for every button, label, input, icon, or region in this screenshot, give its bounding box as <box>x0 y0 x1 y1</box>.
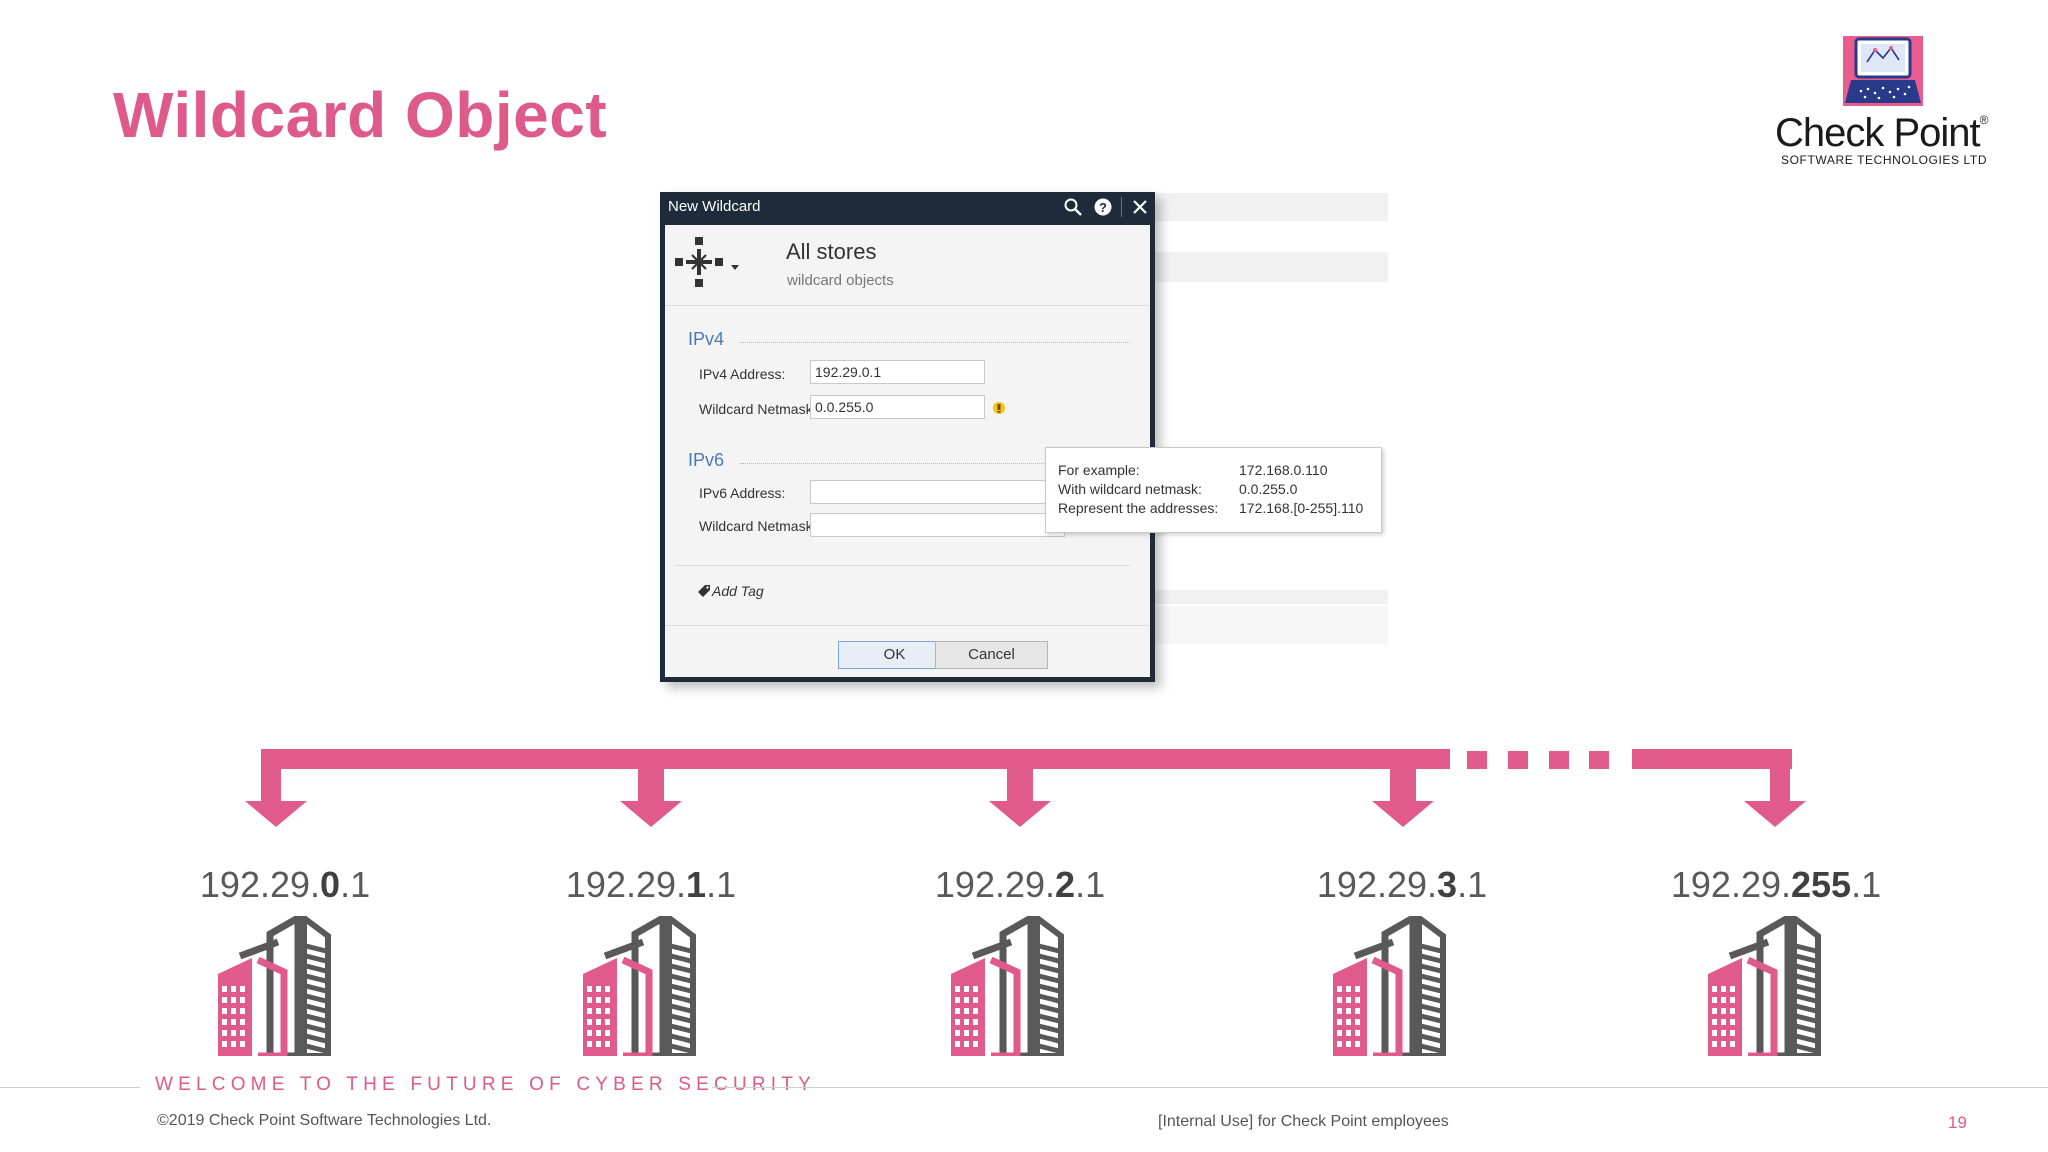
store-ip-label: 192.29.1.1 <box>565 864 737 905</box>
wildcard-object-icon[interactable] <box>675 237 725 287</box>
down-arrow-icon <box>1370 769 1436 827</box>
object-name[interactable]: All stores <box>786 239 876 265</box>
ipv6-netmask-input[interactable] <box>810 513 1065 537</box>
footer-line <box>0 1087 140 1088</box>
new-wildcard-dialog: New Wildcard ? All stores wildcard objec… <box>660 192 1155 682</box>
down-arrow-icon <box>1742 749 1808 827</box>
footer-line <box>712 1087 2048 1088</box>
distribution-dash <box>1589 751 1609 769</box>
tooltip-label: For example: <box>1058 462 1140 478</box>
background-row <box>1150 193 1388 221</box>
distribution-dash <box>1508 751 1528 769</box>
hint-bulb-icon[interactable] <box>992 401 1006 415</box>
down-arrow-icon <box>987 769 1053 827</box>
header-divider <box>665 305 1150 306</box>
copyright-text: ©2019 Check Point Software Technologies … <box>157 1112 492 1129</box>
object-comment[interactable]: wildcard objects <box>787 272 894 289</box>
tooltip-value: 172.168.[0-255].110 <box>1239 500 1364 516</box>
store-ip-label: 192.29.3.1 <box>1316 864 1488 905</box>
ipv4-section-divider <box>740 342 1130 343</box>
building-icon <box>1333 911 1451 1061</box>
distribution-dash <box>1549 751 1569 769</box>
store-ip-label: 192.29.2.1 <box>934 864 1106 905</box>
ipv6-section-label: IPv6 <box>688 450 725 470</box>
help-icon[interactable]: ? <box>1094 198 1112 216</box>
ipv4-netmask-label: Wildcard Netmask: <box>699 401 817 417</box>
chevron-down-icon[interactable] <box>731 258 739 270</box>
check-point-logo-icon <box>1843 36 1923 106</box>
ipv6-netmask-label: Wildcard Netmask: <box>699 518 817 534</box>
dialog-title: New Wildcard <box>668 198 761 215</box>
add-tag-link[interactable]: Add Tag <box>712 583 764 599</box>
store-ip-label: 192.29.255.1 <box>1670 864 1882 905</box>
building-icon <box>218 911 336 1061</box>
tags-divider <box>675 565 1130 566</box>
cancel-button[interactable]: Cancel <box>935 641 1048 669</box>
logo-brand-name: Check Point® <box>1775 111 1989 155</box>
tag-icon[interactable] <box>697 584 711 598</box>
ipv6-address-input[interactable] <box>810 480 1065 504</box>
slide-title: Wildcard Object <box>113 79 608 151</box>
netmask-tooltip: For example: 172.168.0.110 With wildcard… <box>1045 447 1382 533</box>
tooltip-value: 0.0.255.0 <box>1239 481 1298 497</box>
distribution-dash <box>1467 751 1487 769</box>
logo-subtitle: SOFTWARE TECHNOLOGIES LTD <box>1781 153 1988 167</box>
tooltip-label: With wildcard netmask: <box>1058 481 1202 497</box>
ipv4-netmask-input[interactable]: 0.0.255.0 <box>810 395 985 419</box>
ipv4-section-label: IPv4 <box>688 329 725 349</box>
ipv4-address-input[interactable]: 192.29.0.1 <box>810 360 985 384</box>
close-icon[interactable] <box>1132 199 1148 215</box>
svg-text:?: ? <box>1099 200 1107 215</box>
footer-divider <box>665 625 1150 626</box>
tooltip-value: 172.168.0.110 <box>1239 462 1328 478</box>
building-icon <box>583 911 701 1061</box>
distribution-bar <box>261 749 1450 769</box>
background-row <box>1150 606 1388 644</box>
down-arrow-icon <box>618 769 684 827</box>
ipv4-address-label: IPv4 Address: <box>699 366 786 382</box>
internal-use-note: [Internal Use] for Check Point employees <box>1158 1113 1449 1130</box>
registered-mark: ® <box>1979 113 1989 127</box>
building-icon <box>951 911 1069 1061</box>
search-icon[interactable] <box>1063 197 1083 217</box>
background-row <box>1150 590 1388 604</box>
store-ip-label: 192.29.0.1 <box>199 864 371 905</box>
footer-tagline: WELCOME TO THE FUTURE OF CYBER SECURITY <box>155 1074 816 1095</box>
ipv6-address-label: IPv6 Address: <box>699 485 786 501</box>
tooltip-label: Represent the addresses: <box>1058 500 1219 516</box>
title-divider <box>1121 197 1122 217</box>
building-icon <box>1708 911 1826 1061</box>
background-row <box>1150 252 1388 282</box>
page-number: 19 <box>1948 1113 1967 1132</box>
down-arrow-icon <box>243 749 309 827</box>
